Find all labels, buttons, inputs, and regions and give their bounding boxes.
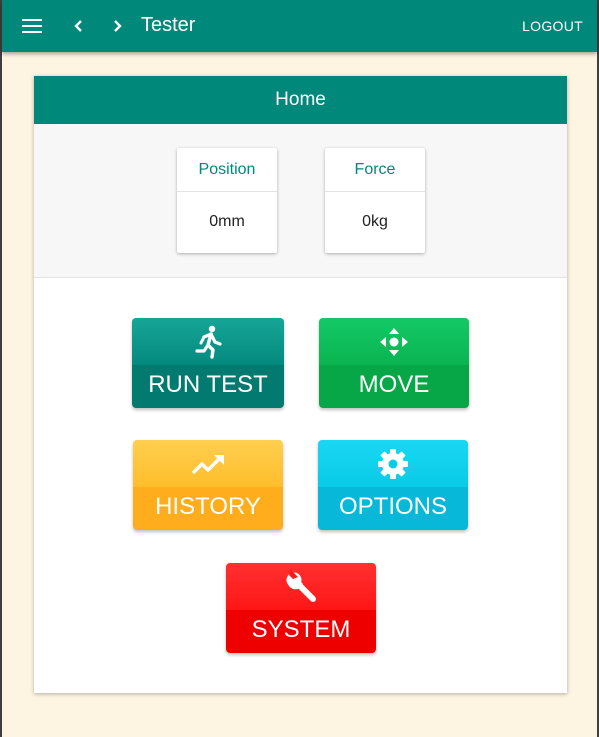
- app-bar: Tester LOGOUT: [2, 0, 597, 52]
- force-readout: Force 0kg: [325, 148, 425, 253]
- position-label: Position: [177, 148, 277, 192]
- chevron-left-icon[interactable]: [68, 14, 88, 38]
- options-button[interactable]: OPTIONS: [318, 440, 468, 530]
- app-frame: Tester LOGOUT Home Position 0mm Force 0k…: [0, 0, 599, 737]
- system-label: SYSTEM: [251, 616, 351, 643]
- system-button[interactable]: SYSTEM: [226, 563, 376, 653]
- run-test-label: RUN TEST: [148, 371, 268, 398]
- force-value: 0kg: [362, 213, 388, 230]
- history-label: HISTORY: [155, 493, 261, 520]
- history-button[interactable]: HISTORY: [133, 440, 283, 530]
- chevron-right-icon[interactable]: [108, 14, 128, 38]
- trending-up-icon: [191, 455, 224, 475]
- running-person-icon: [195, 325, 222, 359]
- app-title: Tester: [141, 14, 196, 36]
- run-test-button[interactable]: RUN TEST: [132, 318, 284, 408]
- move-label: MOVE: [358, 371, 430, 398]
- readouts-panel: Position 0mm Force 0kg: [34, 124, 567, 278]
- move-button[interactable]: MOVE: [319, 318, 469, 408]
- options-label: OPTIONS: [338, 493, 447, 520]
- move-arrows-icon: [380, 328, 408, 356]
- position-value: 0mm: [209, 213, 245, 230]
- wrench-icon: [286, 570, 316, 602]
- home-card: Home Position 0mm Force 0kg RUN TEST MOV…: [34, 76, 567, 693]
- gear-icon: [378, 449, 408, 479]
- force-label: Force: [325, 148, 425, 192]
- page-title: Home: [34, 76, 567, 124]
- position-readout: Position 0mm: [177, 148, 277, 253]
- menu-icon[interactable]: [22, 19, 42, 35]
- logout-button[interactable]: LOGOUT: [522, 18, 583, 34]
